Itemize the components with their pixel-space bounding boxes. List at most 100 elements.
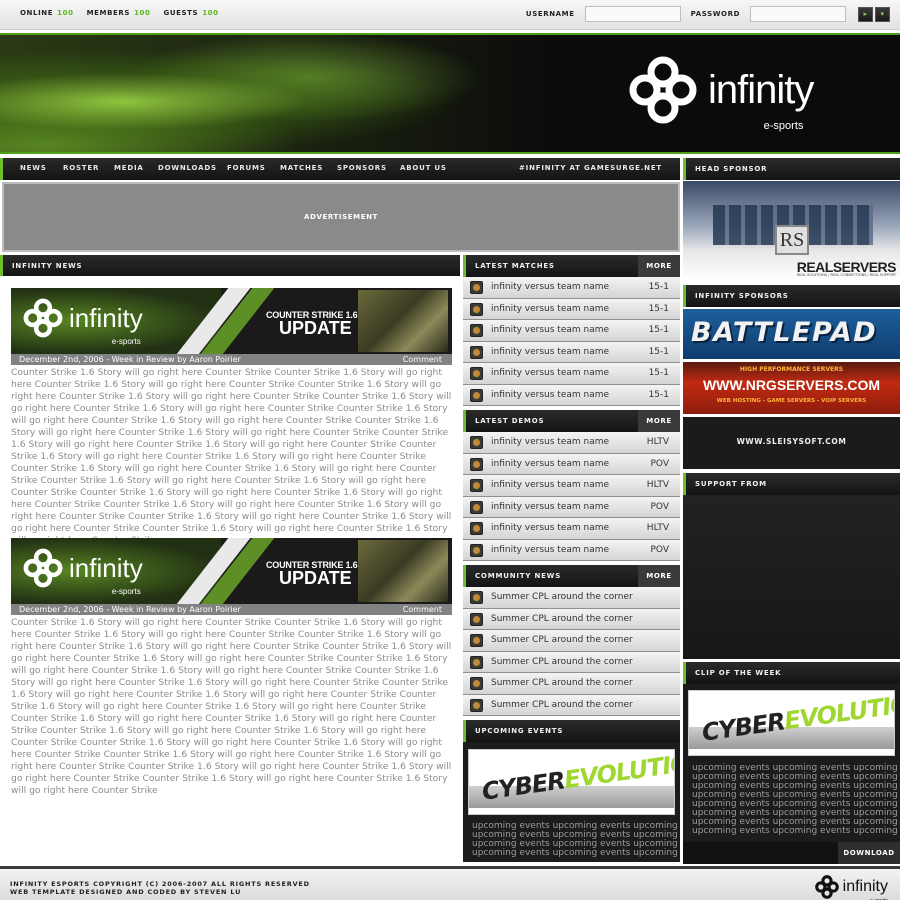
community-list: Summer CPL around the corner Summer CPL … <box>463 587 680 716</box>
nrg-url: WWW.NRGSERVERS.COM <box>702 377 881 393</box>
infinity-logo-icon <box>23 298 63 338</box>
play-icon: ▸ <box>863 10 868 18</box>
matches-header: LATEST MATCHES MORE <box>463 255 680 277</box>
demos-more-button[interactable]: MORE <box>638 410 680 432</box>
soldier-image <box>358 540 448 602</box>
community-row[interactable]: Summer CPL around the corner <box>463 630 680 652</box>
clip-image[interactable]: CYBEREVOLUTION <box>688 690 895 756</box>
player-avatar-icon <box>470 367 483 380</box>
community-label: Summer CPL around the corner <box>491 656 633 667</box>
login-options-button[interactable]: ▾ <box>875 6 890 22</box>
match-label: infinity versus team name <box>491 346 610 357</box>
comment-link[interactable]: Comment <box>403 604 442 615</box>
nav-roster[interactable]: ROSTER <box>63 164 99 172</box>
community-row[interactable]: Summer CPL around the corner <box>463 587 680 609</box>
comment-link[interactable]: Comment <box>403 354 442 365</box>
guests-label: GUESTS <box>163 9 199 17</box>
footer-logo[interactable]: infinitye-sports <box>814 875 888 900</box>
player-avatar-icon <box>470 698 483 712</box>
event-line: upcoming events upcoming events upcoming <box>472 848 678 858</box>
matches-header-title: LATEST MATCHES <box>475 262 555 270</box>
login-submit-button[interactable]: ▸ <box>858 6 873 22</box>
match-row[interactable]: infinity versus team name 15-1 <box>463 277 680 299</box>
match-row[interactable]: infinity versus team name 15-1 <box>463 363 680 385</box>
sleisysoft-banner[interactable]: WWW.SLEISYSOFT.COM <box>683 417 900 469</box>
story-body: Counter Strike 1.6 Story will go right h… <box>11 367 452 546</box>
irc-channel-link[interactable]: #INFINITY AT GAMESURGE.NET <box>519 164 662 172</box>
banner-artwork <box>0 35 560 152</box>
news-header-title: INFINITY NEWS <box>12 262 83 270</box>
nav-forums[interactable]: FORUMS <box>227 164 266 172</box>
story-meta: December 2nd, 2006 - Week in Review by A… <box>11 354 452 365</box>
download-button[interactable]: DOWNLOAD <box>838 842 900 864</box>
guests-count: 100 <box>202 9 219 17</box>
news-story: infinity e-sports COUNTER STRIKE 1.6 UPDA… <box>11 288 452 547</box>
player-avatar-icon <box>470 591 483 604</box>
battlepad-banner[interactable]: BATTLEPAD <box>683 309 900 359</box>
site-stats: ONLINE 100 MEMBERS 100 GUESTS 100 <box>20 9 229 17</box>
player-avatar-icon <box>470 612 483 626</box>
news-area: infinity e-sports COUNTER STRIKE 1.6 UPDA… <box>0 276 460 862</box>
story-date-title: December 2nd, 2006 - Week in Review by A… <box>19 355 241 364</box>
community-row[interactable]: Summer CPL around the corner <box>463 608 680 630</box>
demo-label: infinity versus team name <box>491 523 610 533</box>
brand-tagline: e-sports <box>763 120 804 132</box>
story-brand-tagline: e-sports <box>111 337 141 346</box>
header-banner: infinity e-sports <box>0 33 900 154</box>
nav-sponsors[interactable]: SPONSORS <box>337 164 387 172</box>
match-row[interactable]: infinity versus team name 15-1 <box>463 320 680 342</box>
community-label: Summer CPL around the corner <box>491 699 633 710</box>
nav-media[interactable]: MEDIA <box>114 164 144 172</box>
nrgservers-banner[interactable]: HIGH PERFORMANCE SERVERS WWW.NRGSERVERS.… <box>683 362 900 414</box>
demos-header-title: LATEST DEMOS <box>475 417 545 425</box>
password-input[interactable] <box>750 6 846 22</box>
community-label: Summer CPL around the corner <box>491 592 633 602</box>
player-avatar-icon <box>470 324 483 337</box>
match-row[interactable]: infinity versus team name 15-1 <box>463 384 680 406</box>
clip-panel: CYBEREVOLUTION upcoming events upcoming … <box>683 684 900 842</box>
advertisement-slot[interactable]: ADVERTISEMENT <box>2 182 680 252</box>
head-sponsor-header: HEAD SPONSOR <box>683 158 900 180</box>
news-story: infinity e-sports COUNTER STRIKE 1.6 UPDA… <box>11 538 452 797</box>
demo-label: infinity versus team name <box>491 501 610 512</box>
match-label: infinity versus team name <box>491 282 610 292</box>
demo-row[interactable]: infinity versus team name POV <box>463 496 680 518</box>
player-avatar-icon <box>470 634 483 647</box>
demo-label: infinity versus team name <box>491 480 610 490</box>
community-more-button[interactable]: MORE <box>638 565 680 587</box>
story-brand-tagline: e-sports <box>111 587 141 596</box>
event-image[interactable]: CYBEREVOLUTION <box>468 749 675 815</box>
match-score: 15-1 <box>648 389 669 400</box>
site-logo[interactable]: infinity e-sports <box>628 55 814 132</box>
community-label: Summer CPL around the corner <box>491 635 633 645</box>
demo-row[interactable]: infinity versus team name HLTV <box>463 432 680 454</box>
demo-row[interactable]: infinity versus team name HLTV <box>463 518 680 540</box>
username-input[interactable] <box>584 6 681 22</box>
match-label: infinity versus team name <box>491 303 610 314</box>
realservers-banner[interactable]: RS REALSERVERS REAL SOLUTIONS / REAL CON… <box>683 181 900 281</box>
community-row[interactable]: Summer CPL around the corner <box>463 651 680 673</box>
infinity-logo-icon <box>23 548 63 588</box>
story-banner-image[interactable]: infinity e-sports COUNTER STRIKE 1.6 UPDA… <box>11 288 452 354</box>
nav-downloads[interactable]: DOWNLOADS <box>158 164 217 172</box>
match-row[interactable]: infinity versus team name 15-1 <box>463 341 680 363</box>
nav-matches[interactable]: MATCHES <box>280 164 323 172</box>
community-row[interactable]: Summer CPL around the corner <box>463 673 680 695</box>
nav-news[interactable]: NEWS <box>20 164 47 172</box>
clip-header-title: CLIP OF THE WEEK <box>695 669 782 677</box>
matches-more-button[interactable]: MORE <box>638 255 680 277</box>
demo-type: POV <box>650 501 669 512</box>
story-body: Counter Strike 1.6 Story will go right h… <box>11 617 452 796</box>
story-banner-image[interactable]: infinity e-sports COUNTER STRIKE 1.6 UPDA… <box>11 538 452 604</box>
demo-row[interactable]: infinity versus team name POV <box>463 539 680 561</box>
demo-row[interactable]: infinity versus team name HLTV <box>463 475 680 497</box>
community-row[interactable]: Summer CPL around the corner <box>463 694 680 716</box>
clip-footer-bar <box>683 842 838 864</box>
nav-about-us[interactable]: ABOUT US <box>400 164 447 172</box>
community-header: COMMUNITY NEWS MORE <box>463 565 680 587</box>
advertisement-label: ADVERTISEMENT <box>304 213 378 221</box>
player-avatar-icon <box>470 388 483 402</box>
demo-row[interactable]: infinity versus team name POV <box>463 453 680 475</box>
match-row[interactable]: infinity versus team name 15-1 <box>463 298 680 320</box>
members-count: 100 <box>134 9 151 17</box>
